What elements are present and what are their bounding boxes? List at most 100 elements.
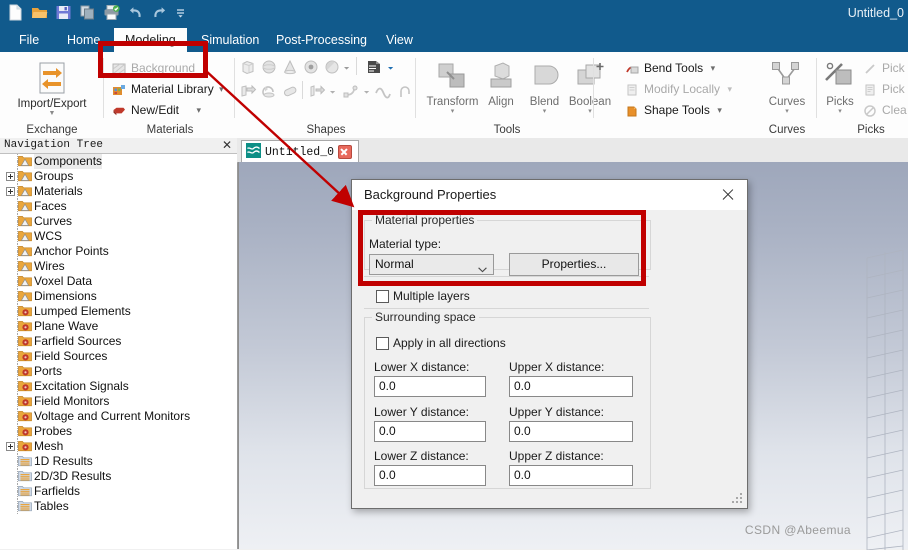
bond-wire-icon[interactable]: [396, 82, 414, 100]
copy-icon[interactable]: [78, 3, 97, 22]
transform-button[interactable]: Transform ▾: [425, 60, 480, 116]
cone-icon[interactable]: [281, 58, 299, 76]
tab-view[interactable]: View: [375, 28, 424, 52]
close-icon[interactable]: [338, 145, 353, 159]
tree-item-1d-results[interactable]: 1D Results: [0, 454, 237, 469]
ribbon-item-material-library[interactable]: Material Library ▾: [111, 80, 224, 99]
ribbon-item-shape-tools[interactable]: Shape Tools ▾: [624, 101, 722, 120]
close-icon[interactable]: ✕: [222, 138, 232, 152]
open-folder-icon[interactable]: [30, 3, 49, 22]
tree-item-materials[interactable]: Materials: [0, 184, 237, 199]
ribbon-item-clear-picks[interactable]: Clea: [862, 101, 907, 120]
expand-icon[interactable]: [6, 187, 15, 196]
align-button[interactable]: Align: [480, 60, 522, 108]
wire-icon[interactable]: [374, 82, 392, 100]
ribbon-item-new-edit[interactable]: New/Edit ▾: [111, 101, 201, 120]
torus-icon[interactable]: [302, 58, 320, 76]
chevron-down-icon[interactable]: ▾: [522, 108, 567, 116]
tree-item-wires[interactable]: Wires: [0, 259, 237, 274]
tree-item-voltage-and-current-monitors[interactable]: Voltage and Current Monitors: [0, 409, 237, 424]
ellipsoid-icon[interactable]: [323, 58, 341, 76]
boolean-button[interactable]: Boolean ▾: [565, 60, 615, 116]
tab-file[interactable]: File: [8, 28, 50, 52]
save-icon[interactable]: [54, 3, 73, 22]
multiple-layers-checkbox[interactable]: [376, 290, 389, 303]
extrude-curve-icon[interactable]: [308, 82, 326, 100]
tree-item-tables[interactable]: Tables: [0, 499, 237, 514]
chevron-down-icon[interactable]: ▾: [565, 108, 615, 116]
tree-item-field-monitors[interactable]: Field Monitors: [0, 394, 237, 409]
chevron-down-icon[interactable]: [362, 85, 372, 103]
tree-item-plane-wave[interactable]: Plane Wave: [0, 319, 237, 334]
tab-simulation[interactable]: Simulation: [190, 28, 270, 52]
ribbon-item-pick-list[interactable]: Pick: [862, 80, 905, 99]
close-icon[interactable]: [717, 184, 739, 206]
tree-item-field-sources[interactable]: Field Sources: [0, 349, 237, 364]
chevron-down-icon[interactable]: ▾: [197, 101, 202, 120]
import-export-button[interactable]: Import/Export ▼: [0, 60, 104, 118]
capsule-icon[interactable]: [281, 82, 299, 100]
tab-post-processing[interactable]: Post-Processing: [265, 28, 378, 52]
chevron-down-icon[interactable]: [386, 61, 396, 79]
tree-item-groups[interactable]: Groups: [0, 169, 237, 184]
navigation-tree-list[interactable]: Components Groups Materials Faces Curves WCS A…: [0, 154, 237, 549]
tree-item-ports[interactable]: Ports: [0, 364, 237, 379]
chevron-down-icon[interactable]: ▾: [425, 108, 480, 116]
upper-z-distance-input[interactable]: 0.0: [509, 465, 633, 486]
material-type-select[interactable]: Normal: [369, 254, 494, 275]
brick-icon[interactable]: [239, 58, 257, 76]
chevron-down-icon[interactable]: ▾: [757, 108, 817, 116]
chevron-down-icon[interactable]: ▾: [219, 80, 224, 99]
ribbon-item-pick-edge[interactable]: Pick: [862, 59, 905, 78]
tree-item-wcs[interactable]: WCS: [0, 229, 237, 244]
tree-item-farfields[interactable]: Farfields: [0, 484, 237, 499]
tree-item-faces[interactable]: Faces: [0, 199, 237, 214]
chevron-down-icon[interactable]: ▾: [711, 59, 716, 78]
chevron-down-icon[interactable]: [328, 85, 338, 103]
curves-button[interactable]: Curves ▾: [757, 60, 817, 116]
lower-x-distance-input[interactable]: 0.0: [374, 376, 486, 397]
properties-button[interactable]: Properties...: [509, 253, 639, 276]
resize-grip[interactable]: [732, 493, 744, 505]
shape-more-icon[interactable]: [342, 61, 352, 79]
tree-item-excitation-signals[interactable]: Excitation Signals: [0, 379, 237, 394]
document-tab-untitled-0[interactable]: Untitled_0: [241, 140, 360, 163]
tab-modeling[interactable]: Modeling: [114, 28, 187, 52]
blend-button[interactable]: Blend ▾: [522, 60, 567, 116]
tree-item-components[interactable]: Components: [0, 154, 237, 169]
tree-item-dimensions[interactable]: Dimensions: [0, 289, 237, 304]
chevron-down-icon[interactable]: ▾: [728, 80, 733, 99]
extrude-face-icon[interactable]: [239, 82, 257, 100]
ribbon-item-modify-locally[interactable]: Modify Locally ▾: [624, 80, 732, 99]
trace-from-curve-icon[interactable]: [342, 82, 360, 100]
rotate-icon[interactable]: [260, 82, 278, 100]
picks-button[interactable]: Picks ▾: [818, 60, 862, 116]
expand-icon[interactable]: [6, 442, 15, 451]
print-icon[interactable]: [102, 3, 121, 22]
tree-item-probes[interactable]: Probes: [0, 424, 237, 439]
tree-item-2d-3d-results[interactable]: 2D/3D Results: [0, 469, 237, 484]
tree-item-mesh[interactable]: Mesh: [0, 439, 237, 454]
extrude-icon[interactable]: [364, 57, 384, 75]
chevron-down-icon[interactable]: ▼: [0, 110, 104, 118]
upper-x-distance-input[interactable]: 0.0: [509, 376, 633, 397]
apply-all-directions-checkbox[interactable]: [376, 337, 389, 350]
tree-item-anchor-points[interactable]: Anchor Points: [0, 244, 237, 259]
chevron-down-icon[interactable]: ▾: [818, 108, 862, 116]
chevron-down-icon[interactable]: ▾: [717, 101, 722, 120]
tab-home[interactable]: Home: [56, 28, 111, 52]
tree-item-lumped-elements[interactable]: Lumped Elements: [0, 304, 237, 319]
tree-item-voxel-data[interactable]: Voxel Data: [0, 274, 237, 289]
lower-z-distance-input[interactable]: 0.0: [374, 465, 486, 486]
upper-y-distance-input[interactable]: 0.0: [509, 421, 633, 442]
redo-icon[interactable]: [150, 3, 169, 22]
ribbon-item-bend-tools[interactable]: Bend Tools ▾: [624, 59, 715, 78]
undo-icon[interactable]: [126, 3, 145, 22]
new-document-icon[interactable]: [6, 3, 25, 22]
customize-qat-icon[interactable]: [174, 3, 193, 22]
sphere-icon[interactable]: [260, 58, 278, 76]
ribbon-item-background[interactable]: Background: [111, 59, 195, 78]
lower-y-distance-input[interactable]: 0.0: [374, 421, 486, 442]
tree-item-curves[interactable]: Curves: [0, 214, 237, 229]
tree-item-farfield-sources[interactable]: Farfield Sources: [0, 334, 237, 349]
